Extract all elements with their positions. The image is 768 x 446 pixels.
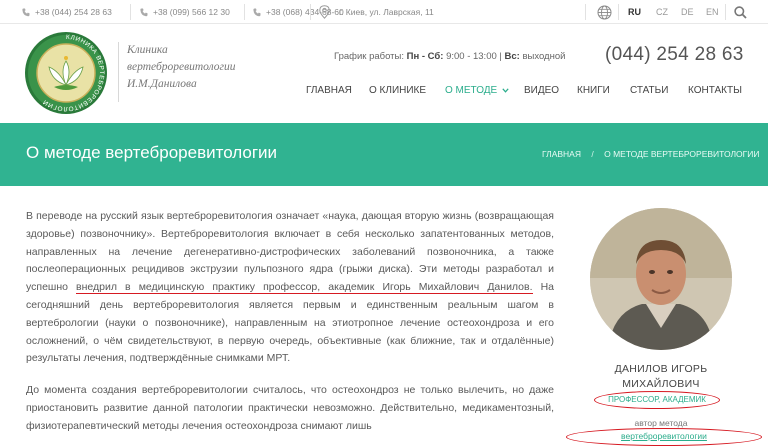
method-link-wrap: вертеброревитологии [566, 428, 762, 446]
page-banner: О методе вертеброревитологии ГЛАВНАЯ / О… [0, 123, 768, 186]
brand-line: И.М.Данилова [127, 78, 197, 90]
lang-en[interactable]: EN [706, 0, 719, 24]
location-pin-icon [319, 5, 330, 19]
brand-block[interactable]: Клиника вертеброревитологии И.М.Данилова [118, 42, 236, 102]
breadcrumb-current: О МЕТОДЕ ВЕРТЕБРОРЕВИТОЛОГИИ [604, 149, 760, 159]
hours-sunday: Вс: [504, 51, 520, 62]
phone-1-text: +38 (044) 254 28 63 [35, 7, 112, 17]
divider [725, 4, 726, 20]
top-bar: +38 (044) 254 28 63 +38 (099) 566 12 30 … [0, 0, 768, 24]
phone-icon [140, 8, 148, 16]
globe-icon-svg [597, 5, 612, 19]
nav-item-contacts[interactable]: КОНТАКТЫ [688, 85, 742, 96]
author-name: ДАНИЛОВ ИГОРЬ МИХАЙЛОВИЧ [566, 362, 756, 392]
chevron-down-icon [502, 88, 509, 93]
author-name-line: ДАНИЛОВ ИГОРЬ [614, 363, 708, 375]
phone-icon [253, 8, 261, 16]
article-paragraph: До момента создания вертеброревитологии … [26, 384, 554, 432]
divider [244, 4, 245, 20]
phone-2-text: +38 (099) 566 12 30 [153, 7, 230, 17]
portrait-image [590, 208, 732, 350]
working-hours: График работы: Пн - Сб: 9:00 - 13:00 | В… [334, 51, 565, 62]
nav-item-home[interactable]: ГЛАВНАЯ [306, 85, 352, 96]
phone-2[interactable]: +38 (099) 566 12 30 [140, 0, 230, 24]
hours-label: График работы: [334, 51, 404, 62]
lang-ru[interactable]: RU [628, 0, 641, 24]
author-title: ПРОФЕССОР, АКАДЕМИК [594, 391, 720, 409]
divider [130, 4, 131, 20]
header-phone[interactable]: (044) 254 28 63 [605, 44, 744, 66]
nav-item-clinic[interactable]: О КЛИНИКЕ [369, 85, 426, 96]
hours-off: выходной [522, 51, 566, 62]
phone-1[interactable]: +38 (044) 254 28 63 [22, 0, 112, 24]
globe-icon[interactable] [597, 0, 617, 24]
nav-item-video[interactable]: ВИДЕО [524, 85, 559, 96]
search-button[interactable] [734, 0, 752, 24]
page-title: О методе вертеброревитологии [26, 143, 278, 162]
hours-time: 9:00 - 13:00 | [446, 51, 502, 62]
breadcrumb-home[interactable]: ГЛАВНАЯ [542, 149, 581, 159]
author-photo [590, 208, 732, 350]
brand-line: Клиника [127, 44, 168, 56]
divider [585, 4, 586, 20]
clinic-logo[interactable]: КЛИНИКА ВЕРТЕБРОРЕВИТОЛОГИИ [24, 31, 108, 115]
search-icon [734, 5, 747, 19]
phone-icon [22, 8, 30, 16]
breadcrumb-separator: / [591, 149, 594, 159]
nav-item-books[interactable]: КНИГИ [577, 85, 610, 96]
hours-days: Пн - Сб: [406, 51, 444, 62]
divider [618, 4, 619, 20]
article-body: В переводе на русский язык вертеброревит… [26, 208, 554, 446]
brand-line: вертеброревитологии [127, 61, 236, 73]
highlighted-text: внедрил в медицинскую практику профессор… [76, 281, 533, 295]
breadcrumb: ГЛАВНАЯ / О МЕТОДЕ ВЕРТЕБРОРЕВИТОЛОГИИ [542, 149, 760, 159]
nav-item-method-label: О МЕТОДЕ [445, 85, 498, 96]
address-text: г. Киев, ул. Лаврская, 11 [339, 7, 434, 17]
address[interactable]: г. Киев, ул. Лаврская, 11 [319, 0, 434, 24]
method-link[interactable]: вертеброревитологии [621, 431, 707, 441]
nav-item-method[interactable]: О МЕТОДЕ [445, 85, 509, 96]
divider [310, 4, 311, 20]
author-name-line: МИХАЙЛОВИЧ [622, 378, 700, 390]
nav-item-articles[interactable]: СТАТЬИ [630, 85, 668, 96]
article-paragraph: В переводе на русский язык вертеброревит… [26, 208, 554, 368]
lang-cz[interactable]: CZ [656, 0, 668, 24]
author-label: автор метода [634, 418, 688, 428]
lang-de[interactable]: DE [681, 0, 694, 24]
